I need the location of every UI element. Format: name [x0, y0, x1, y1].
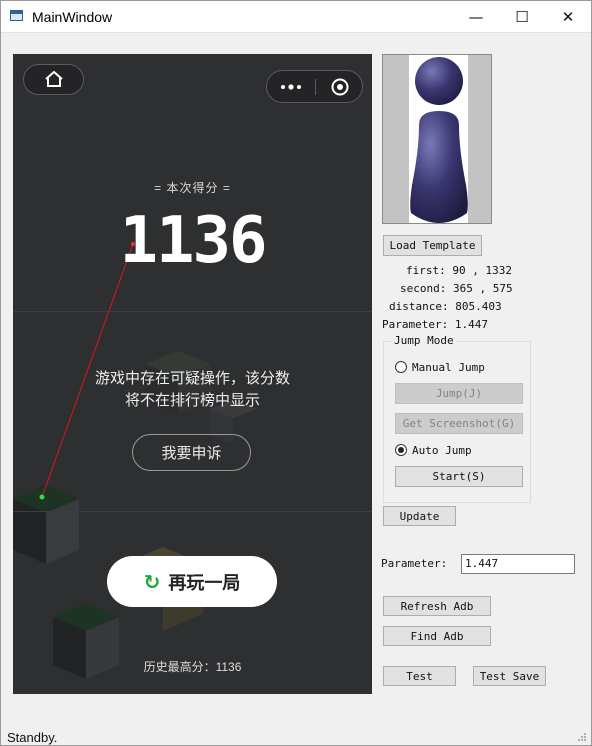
- refresh-adb-button[interactable]: Refresh Adb: [383, 596, 491, 616]
- manual-jump-radio[interactable]: [395, 361, 407, 373]
- manual-jump-label[interactable]: Manual Jump: [412, 361, 485, 374]
- test-save-button[interactable]: Test Save: [473, 666, 546, 686]
- best-score: 历史最高分：1136: [143, 660, 242, 674]
- test-button[interactable]: Test: [383, 666, 456, 686]
- parameter-field-label: Parameter:: [381, 557, 448, 570]
- divider-top: [13, 311, 372, 312]
- jump-button[interactable]: Jump(J): [395, 383, 523, 404]
- score-value: 1136: [119, 204, 267, 278]
- capsule-divider: [315, 79, 316, 95]
- status-bar-text: Standby.: [7, 730, 58, 745]
- warning-line-1: 游戏中存在可疑操作，该分数: [94, 370, 290, 387]
- window-title: MainWindow: [32, 9, 113, 25]
- resize-grip-icon[interactable]: [577, 732, 587, 742]
- parameter-input[interactable]: 1.447: [461, 554, 575, 574]
- second-point-label: second: 365 , 575: [400, 282, 513, 295]
- distance-label: distance: 805.403: [389, 300, 502, 313]
- chess-piece-image: [409, 55, 468, 223]
- divider-bottom: [13, 511, 372, 512]
- maximize-button[interactable]: ☐: [499, 1, 545, 32]
- home-icon: [45, 71, 63, 87]
- get-screenshot-button[interactable]: Get Screenshot(G): [395, 413, 523, 434]
- replay-label: 再玩一局: [168, 572, 241, 593]
- target-icon[interactable]: [331, 78, 349, 96]
- auto-jump-radio[interactable]: [395, 444, 407, 456]
- home-button[interactable]: [23, 64, 84, 95]
- jump-mode-title: Jump Mode: [392, 334, 456, 347]
- update-button[interactable]: Update: [383, 506, 456, 526]
- close-button[interactable]: ✕: [545, 1, 591, 32]
- load-template-button[interactable]: Load Template: [383, 235, 482, 256]
- parameter-readout: Parameter: 1.447: [382, 318, 488, 331]
- score-caption: = 本次得分 =: [154, 181, 231, 195]
- more-dots-icon[interactable]: [280, 82, 304, 92]
- template-preview: [382, 54, 492, 224]
- auto-jump-label[interactable]: Auto Jump: [412, 444, 472, 457]
- start-button[interactable]: Start(S): [395, 466, 523, 487]
- find-adb-button[interactable]: Find Adb: [383, 626, 491, 646]
- main-window: MainWindow — ☐ ✕ = 本次得分 = 1136 游戏中存在可疑操作…: [0, 0, 592, 746]
- appeal-button[interactable]: 我要申诉: [132, 434, 251, 471]
- minimize-button[interactable]: —: [453, 1, 499, 32]
- warning-line-2: 将不在排行榜中显示: [124, 392, 260, 409]
- game-screenshot[interactable]: = 本次得分 = 1136 游戏中存在可疑操作，该分数 将不在排行榜中显示 我要…: [13, 54, 372, 694]
- title-bar[interactable]: MainWindow — ☐ ✕: [1, 1, 591, 33]
- replay-button[interactable]: ↻ 再玩一局: [107, 556, 277, 607]
- warning-message: 游戏中存在可疑操作，该分数 将不在排行榜中显示: [13, 368, 372, 412]
- replay-icon: ↻: [143, 569, 161, 594]
- mini-program-capsule[interactable]: [266, 70, 363, 103]
- app-window-icon: [10, 10, 23, 21]
- first-point-label: first: 90 , 1332: [406, 264, 512, 277]
